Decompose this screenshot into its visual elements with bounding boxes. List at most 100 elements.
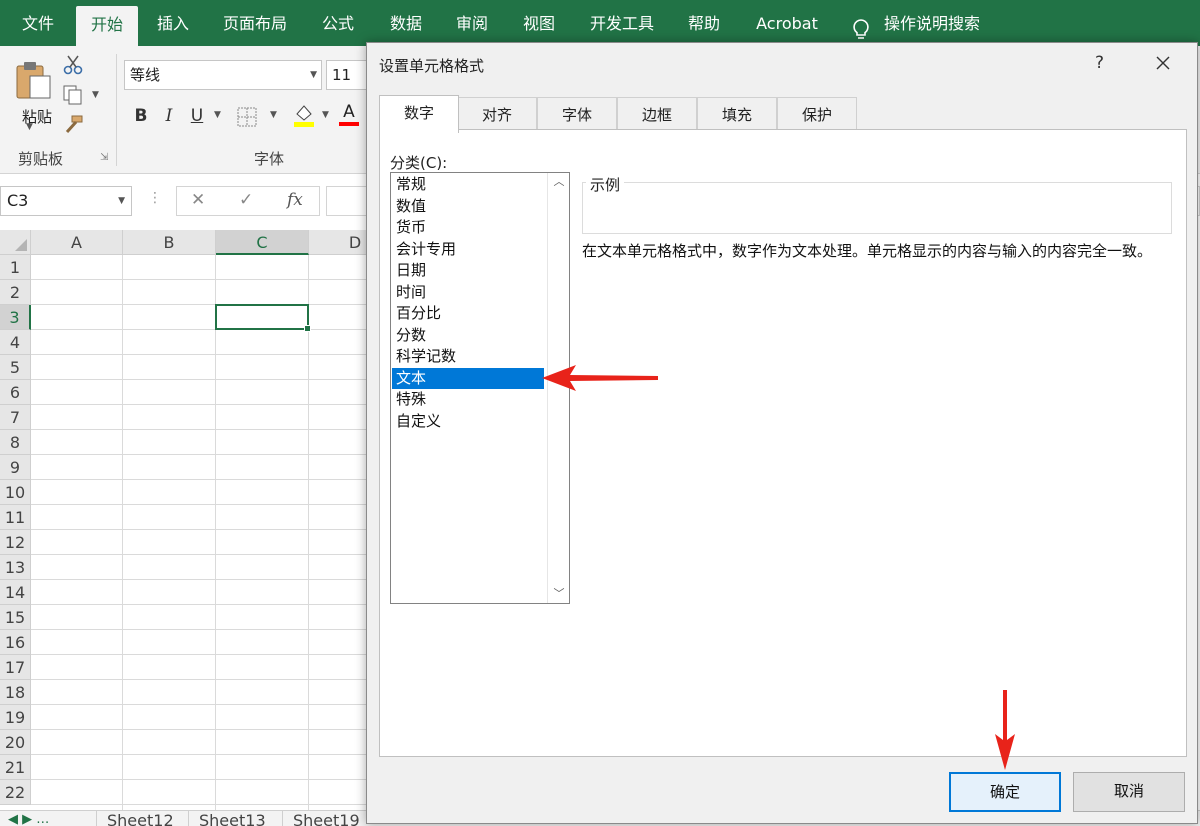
row-header[interactable]: 11 [0,505,31,530]
sheet-tab[interactable]: Sheet12 [96,811,184,826]
tab-developer[interactable]: 开发工具 [578,0,666,46]
font-name-box[interactable]: 等线 ▼ [124,60,322,90]
row-header[interactable]: 4 [0,330,31,355]
tab-alignment[interactable]: 对齐 [457,97,537,131]
ok-button[interactable]: 确定 [949,772,1061,812]
tab-help[interactable]: 帮助 [672,0,736,46]
font-name-value: 等线 [130,66,161,84]
row-header[interactable]: 19 [0,705,31,730]
tab-number[interactable]: 数字 [379,95,459,133]
tab-insert[interactable]: 插入 [142,0,204,46]
copy-icon[interactable] [62,84,86,106]
row-header[interactable]: 16 [0,630,31,655]
font-color-button[interactable]: A [336,98,362,126]
enter-icon[interactable]: ✓ [239,190,253,210]
lightbulb-icon [852,12,870,39]
category-item[interactable]: 常规 [392,174,544,195]
tab-formulas[interactable]: 公式 [306,0,370,46]
category-item[interactable]: 科学记数 [392,346,544,367]
category-item[interactable]: 文本 [392,367,544,389]
row-header[interactable]: 22 [0,780,31,805]
sample-box [582,182,1172,234]
tab-view[interactable]: 视图 [506,0,572,46]
category-item[interactable]: 货币 [392,217,544,238]
underline-button[interactable]: U [184,102,210,130]
category-item[interactable]: 时间 [392,282,544,303]
row-header[interactable]: 9 [0,455,31,480]
row-header[interactable]: 13 [0,555,31,580]
help-button[interactable]: ? [1095,53,1104,73]
row-header[interactable]: 6 [0,380,31,405]
tab-data[interactable]: 数据 [374,0,438,46]
row-header[interactable]: 3 [0,305,31,330]
category-item[interactable]: 特殊 [392,389,544,410]
row-header[interactable]: 20 [0,730,31,755]
category-item[interactable]: 日期 [392,260,544,281]
chevron-up-icon[interactable]: ︿ [548,173,570,191]
select-all-corner[interactable] [0,230,31,255]
row-header[interactable]: 15 [0,605,31,630]
tab-page-layout[interactable]: 页面布局 [212,0,298,46]
fill-dropdown-icon[interactable]: ▼ [322,110,329,120]
row-header[interactable]: 8 [0,430,31,455]
cell-grid[interactable] [31,255,400,810]
category-label: 分类(C): [390,154,448,172]
category-item[interactable]: 自定义 [392,411,544,432]
row-header[interactable]: 21 [0,755,31,780]
row-header[interactable]: 12 [0,530,31,555]
cut-icon[interactable] [62,54,86,76]
font-color-swatch [339,122,359,126]
category-item[interactable]: 数值 [392,196,544,217]
tell-me-label: 操作说明搜索 [884,14,981,33]
row-header[interactable]: 17 [0,655,31,680]
close-button[interactable] [1149,49,1177,77]
border-dropdown-icon[interactable]: ▼ [270,110,277,120]
sheet-tab[interactable]: Sheet13 [188,811,276,826]
sheet-nav-icon[interactable]: ◀ ▶ … [8,812,49,826]
formula-bar-grip[interactable]: ⋮ [148,190,162,206]
tab-acrobat[interactable]: Acrobat [744,0,830,46]
tab-review[interactable]: 审阅 [440,0,504,46]
dialog-title: 设置单元格格式 [379,57,485,75]
chevron-down-icon[interactable]: ﹀ [548,585,570,603]
tab-file[interactable]: 文件 [0,0,76,46]
copy-dropdown-icon[interactable]: ▼ [92,90,99,100]
cancel-button[interactable]: 取消 [1073,772,1185,812]
sheet-tab[interactable]: Sheet19 [282,811,370,826]
paste-icon [14,60,52,104]
cancel-icon[interactable]: ✕ [191,190,205,210]
row-header[interactable]: 10 [0,480,31,505]
row-header[interactable]: 1 [0,255,31,280]
tab-protection[interactable]: 保护 [777,97,857,131]
tell-me-search[interactable]: 操作说明搜索 [852,0,980,46]
category-item[interactable]: 分数 [392,325,544,346]
bold-button[interactable]: B [128,102,154,130]
chevron-down-icon: ▼ [310,70,317,80]
row-header[interactable]: 2 [0,280,31,305]
row-header[interactable]: 14 [0,580,31,605]
tab-font[interactable]: 字体 [537,97,617,131]
column-header-c[interactable]: C [216,230,309,255]
border-icon[interactable] [236,106,260,128]
active-cell-c3[interactable] [215,304,311,332]
annotation-arrow-down [995,690,1015,770]
column-header-b[interactable]: B [123,230,216,255]
tab-home[interactable]: 开始 [76,6,138,46]
paste-dropdown-icon[interactable]: ▼ [26,122,33,132]
insert-function-icon[interactable]: fx [287,190,303,210]
name-box[interactable]: C3 ▼ [0,186,132,216]
tab-fill[interactable]: 填充 [697,97,777,131]
clipboard-launcher-icon[interactable]: ⇲ [100,152,108,163]
tab-border[interactable]: 边框 [617,97,697,131]
column-header-a[interactable]: A [31,230,123,255]
fill-color-icon[interactable] [292,102,316,127]
clipboard-group-label: 剪贴板 [18,150,64,168]
row-header[interactable]: 18 [0,680,31,705]
italic-button[interactable]: I [156,102,182,130]
format-painter-icon[interactable] [62,114,86,136]
row-header[interactable]: 7 [0,405,31,430]
category-item[interactable]: 百分比 [392,303,544,324]
underline-dropdown-icon[interactable]: ▼ [214,110,221,120]
row-header[interactable]: 5 [0,355,31,380]
category-item[interactable]: 会计专用 [392,239,544,260]
